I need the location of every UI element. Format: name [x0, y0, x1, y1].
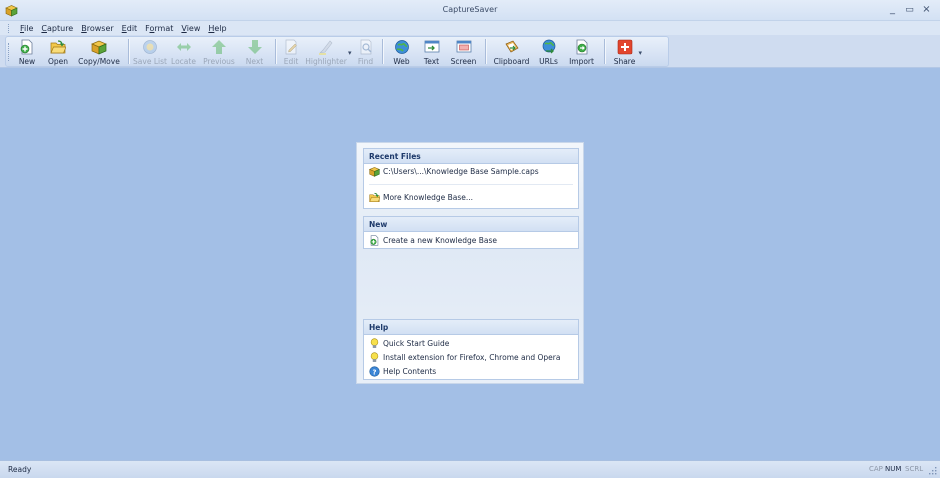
menu-edit[interactable]: Edit	[118, 24, 142, 33]
menu-browser[interactable]: Browser	[77, 24, 117, 33]
menu-view[interactable]: View	[177, 24, 204, 33]
menu-bar: File Capture Browser Edit Format View He…	[0, 21, 940, 35]
previous-button[interactable]: Previous	[200, 37, 238, 66]
lightbulb-icon	[370, 351, 379, 362]
highlighter-button[interactable]: Highlighter	[302, 37, 350, 66]
new-header: New	[364, 217, 578, 232]
web-globe-icon	[394, 40, 409, 54]
edit-pencil-icon	[285, 39, 297, 55]
box-icon	[91, 40, 107, 55]
recent-files-divider	[369, 184, 573, 185]
new-document-icon	[370, 234, 379, 246]
clipboard-icon	[505, 40, 519, 53]
main-toolbar: New Open Copy/Move Save List Locate Prev…	[5, 36, 669, 67]
help-question-icon: ?	[369, 365, 380, 377]
find-button[interactable]: Find	[354, 37, 378, 66]
minimize-icon: _	[890, 4, 895, 15]
toolbar-separator	[381, 39, 383, 64]
minimize-button[interactable]: _	[885, 3, 900, 17]
title-bar: CaptureSaver _ ▭ ×	[0, 0, 940, 21]
knowledge-base-box-icon	[369, 166, 380, 177]
menu-grip[interactable]	[8, 23, 11, 33]
more-knowledge-base-link[interactable]: More Knowledge Base...	[364, 190, 578, 204]
save-list-icon	[143, 40, 157, 54]
urls-capture-button[interactable]: URLs	[534, 37, 564, 66]
open-folder-icon	[369, 192, 380, 202]
svg-text:?: ?	[373, 368, 377, 376]
text-capture-button[interactable]: Text	[417, 37, 447, 66]
new-section: New Create a new Knowledge Base	[363, 216, 579, 249]
menu-help[interactable]: Help	[204, 24, 230, 33]
help-contents-link[interactable]: ? Help Contents	[364, 364, 578, 378]
arrow-up-icon	[212, 40, 226, 54]
window-title: CaptureSaver	[442, 5, 498, 14]
start-panel: Recent Files C:\Users\...\Knowledge Base…	[356, 142, 584, 384]
resize-grip-icon[interactable]	[929, 466, 937, 475]
screen-capture-icon	[456, 40, 471, 53]
text-capture-icon	[424, 40, 439, 53]
clipboard-capture-button[interactable]: Clipboard	[490, 37, 534, 66]
recent-file-item[interactable]: C:\Users\...\Knowledge Base Sample.caps	[364, 164, 578, 178]
maximize-button[interactable]: ▭	[902, 3, 917, 17]
toolbar-separator	[275, 39, 276, 64]
open-folder-icon	[50, 40, 66, 54]
toolbar-separator	[603, 39, 605, 64]
locate-arrows-icon	[176, 43, 191, 51]
import-button[interactable]: Import	[564, 37, 600, 66]
menu-format[interactable]: Format	[141, 24, 177, 33]
urls-globe-icon	[542, 39, 555, 54]
edit-button[interactable]: Edit	[280, 37, 302, 66]
help-section: Help Quick Start Guide Install extension…	[363, 319, 579, 380]
share-plus-icon	[617, 39, 632, 55]
screen-capture-button[interactable]: Screen	[447, 37, 481, 66]
status-text: Ready	[8, 465, 32, 474]
lightbulb-icon	[370, 337, 379, 348]
find-magnifier-icon	[360, 39, 372, 55]
web-capture-button[interactable]: Web	[387, 37, 417, 66]
toolbar-area: New Open Copy/Move Save List Locate Prev…	[0, 35, 940, 68]
close-icon: ×	[922, 4, 931, 15]
save-list-button[interactable]: Save List	[133, 37, 167, 66]
new-button[interactable]: New	[12, 37, 42, 66]
new-document-icon	[20, 39, 33, 55]
quick-start-guide-link[interactable]: Quick Start Guide	[364, 336, 578, 350]
num-lock-indicator: NUM	[885, 465, 902, 473]
toolbar-separator	[128, 39, 129, 64]
copy-move-button[interactable]: Copy/Move	[74, 37, 124, 66]
recent-files-section: Recent Files C:\Users\...\Knowledge Base…	[363, 148, 579, 209]
install-extension-link[interactable]: Install extension for Firefox, Chrome an…	[364, 350, 578, 364]
status-bar: Ready CAP NUM SCRL	[0, 460, 940, 478]
menu-capture[interactable]: Capture	[37, 24, 77, 33]
caps-lock-indicator: CAP	[869, 465, 883, 473]
close-button[interactable]: ×	[919, 3, 934, 17]
scroll-lock-indicator: SCRL	[905, 465, 924, 473]
recent-files-header: Recent Files	[364, 149, 578, 164]
toolbar-separator	[484, 39, 486, 64]
share-button[interactable]: Share	[609, 37, 641, 66]
help-header: Help	[364, 320, 578, 335]
next-button[interactable]: Next	[238, 37, 271, 66]
import-icon	[576, 39, 587, 55]
open-button[interactable]: Open	[42, 37, 74, 66]
arrow-down-icon	[247, 40, 262, 54]
maximize-icon: ▭	[905, 4, 914, 15]
highlighter-icon	[319, 40, 333, 55]
menu-file[interactable]: File	[16, 24, 37, 33]
locate-button[interactable]: Locate	[167, 37, 200, 66]
create-knowledge-base-link[interactable]: Create a new Knowledge Base	[364, 233, 578, 247]
